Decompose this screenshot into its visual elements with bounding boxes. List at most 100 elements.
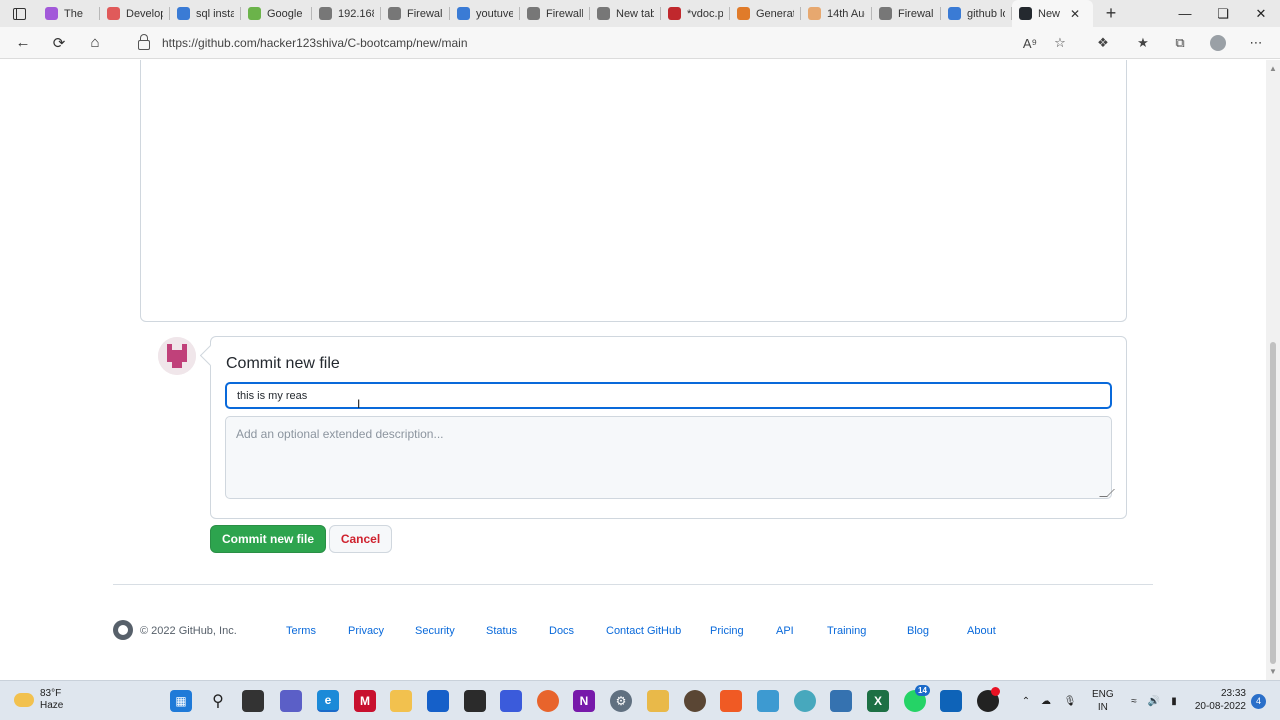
- microphone-icon[interactable]: 🎙: [1058, 696, 1082, 707]
- onenote-icon[interactable]: N: [573, 690, 595, 712]
- lock-icon: [138, 34, 150, 50]
- commit-new-file-button[interactable]: Commit new file: [210, 525, 326, 553]
- browser-tab[interactable]: Firewall: [520, 0, 590, 27]
- weather-widget[interactable]: 83°F Haze: [14, 688, 63, 712]
- scrollbar-thumb[interactable]: [1270, 342, 1276, 664]
- browser-tab[interactable]: 192.168.: [312, 0, 381, 27]
- browser-tab-title: 14th Aug: [827, 7, 865, 20]
- footer-link-security[interactable]: Security: [415, 625, 486, 637]
- close-tab-icon[interactable]: ✕: [1070, 7, 1080, 21]
- home-button[interactable]: ⌂: [77, 27, 113, 59]
- browser-tab[interactable]: New tab: [590, 0, 661, 27]
- footer-link-privacy[interactable]: Privacy: [348, 625, 415, 637]
- cancel-button[interactable]: Cancel: [329, 525, 392, 553]
- footer-link-api[interactable]: API: [776, 625, 827, 637]
- icon-circle: [737, 7, 750, 20]
- footer-link-contact-github[interactable]: Contact GitHub: [606, 625, 710, 637]
- pen-app-icon[interactable]: [500, 690, 522, 712]
- close-window-button[interactable]: ✕: [1242, 0, 1280, 27]
- browser-tab[interactable]: Generat: [730, 0, 801, 27]
- browser-tab[interactable]: New ✕: [1012, 0, 1093, 27]
- footer-link-about[interactable]: About: [967, 625, 1007, 637]
- browser-tab-title: Firewall: [546, 7, 583, 20]
- wifi-icon[interactable]: ≈: [1124, 696, 1144, 707]
- maximize-button[interactable]: ❏: [1204, 0, 1242, 27]
- obs-studio-icon[interactable]: [977, 687, 1000, 712]
- scroll-up-arrow-icon[interactable]: ▲: [1269, 64, 1277, 73]
- address-bar[interactable]: https://github.com/hacker123shiva/C-boot…: [122, 31, 1082, 55]
- settings-gear-icon[interactable]: ⚙: [610, 690, 632, 712]
- browser-tab[interactable]: Firewall: [872, 0, 941, 27]
- footer-link-training[interactable]: Training: [827, 625, 907, 637]
- commit-description-input[interactable]: [225, 416, 1112, 499]
- browser-tab[interactable]: Develop: [100, 0, 170, 27]
- notepad-icon[interactable]: [830, 690, 852, 712]
- task-view-icon[interactable]: [242, 690, 264, 712]
- browser-tab[interactable]: 14th Aug: [801, 0, 872, 27]
- notification-badge[interactable]: 4: [1251, 694, 1266, 709]
- teams-chat-icon[interactable]: [280, 690, 302, 712]
- footer-link-status[interactable]: Status: [486, 625, 549, 637]
- user-avatar[interactable]: [158, 337, 196, 375]
- profile-avatar[interactable]: [1203, 27, 1233, 59]
- onedrive-icon[interactable]: ☁: [1034, 696, 1058, 707]
- excel-icon[interactable]: X: [867, 690, 889, 712]
- battery-icon[interactable]: ▮: [1164, 696, 1184, 707]
- commit-form: Commit new file: [210, 336, 1127, 519]
- volume-icon[interactable]: 🔊: [1144, 696, 1164, 707]
- language-indicator[interactable]: ENG IN: [1092, 688, 1114, 714]
- page-scrollbar[interactable]: ▲ ▼: [1266, 60, 1280, 680]
- tabs-container: The Develop sql insta Google I 192.168. Firew…: [38, 0, 1093, 27]
- browser-tab[interactable]: *vdoc.pu: [661, 0, 730, 27]
- extensions-icon[interactable]: ❖: [1088, 27, 1118, 59]
- firefox-icon[interactable]: [537, 690, 559, 712]
- chart-app-icon[interactable]: [647, 690, 669, 712]
- tab-actions-button[interactable]: [0, 0, 38, 27]
- more-menu-icon[interactable]: ⋯: [1241, 27, 1271, 59]
- app-cube-icon[interactable]: [464, 690, 486, 712]
- globe-app-icon[interactable]: [794, 690, 816, 712]
- footer-divider: [113, 584, 1153, 585]
- brave-browser-icon[interactable]: [720, 690, 742, 712]
- read-aloud-icon[interactable]: A⁹: [1015, 27, 1045, 59]
- icon-page: [388, 7, 401, 20]
- browser-tab[interactable]: Google I: [241, 0, 312, 27]
- app-owl-icon[interactable]: [684, 690, 706, 712]
- browser-tab[interactable]: github lo: [941, 0, 1012, 27]
- system-clock[interactable]: 23:33 20-08-2022: [1195, 687, 1246, 713]
- edge-browser-icon[interactable]: e: [317, 690, 339, 712]
- back-button[interactable]: ←: [5, 27, 41, 59]
- add-favorite-icon[interactable]: ☆: [1045, 27, 1075, 59]
- footer-link-blog[interactable]: Blog: [907, 625, 967, 637]
- collections-icon[interactable]: ⧉: [1165, 27, 1195, 59]
- whatsapp-icon[interactable]: 14: [904, 685, 930, 712]
- microsoft-store-icon[interactable]: [427, 690, 449, 712]
- footer-link-docs[interactable]: Docs: [549, 625, 606, 637]
- browser-tab[interactable]: The: [38, 0, 100, 27]
- github-logo-icon[interactable]: [113, 620, 133, 640]
- refresh-button[interactable]: ⟳: [41, 27, 77, 59]
- browser-tab[interactable]: Firewall: [381, 0, 450, 27]
- footer-link-pricing[interactable]: Pricing: [710, 625, 776, 637]
- system-tray: ⌃ ☁ 🎙: [1018, 681, 1082, 720]
- file-explorer-icon[interactable]: [390, 690, 412, 712]
- icon-outline: [107, 7, 120, 20]
- search-icon[interactable]: ⚲: [207, 690, 229, 712]
- chevron-up-icon[interactable]: ⌃: [1018, 696, 1034, 707]
- url-text[interactable]: https://github.com/hacker123shiva/C-boot…: [162, 36, 468, 50]
- browser-tab[interactable]: youtuve: [450, 0, 520, 27]
- browser-tab[interactable]: sql insta: [170, 0, 241, 27]
- vscode-icon[interactable]: [940, 690, 962, 712]
- mcafee-icon[interactable]: M: [354, 690, 376, 712]
- footer-link-terms[interactable]: Terms: [286, 625, 348, 637]
- favorites-icon[interactable]: ★: [1128, 27, 1158, 59]
- windows-start-icon[interactable]: ▦: [170, 690, 192, 712]
- browser-tab-title: Firewall: [898, 7, 934, 20]
- scroll-down-arrow-icon[interactable]: ▼: [1269, 667, 1277, 676]
- minimize-button[interactable]: —: [1166, 0, 1204, 27]
- file-editor-area[interactable]: [140, 60, 1127, 322]
- language-code: ENG: [1092, 689, 1114, 700]
- image-viewer-icon[interactable]: [757, 690, 779, 712]
- weather-description: Haze: [40, 700, 64, 711]
- new-tab-button[interactable]: +: [1093, 0, 1129, 27]
